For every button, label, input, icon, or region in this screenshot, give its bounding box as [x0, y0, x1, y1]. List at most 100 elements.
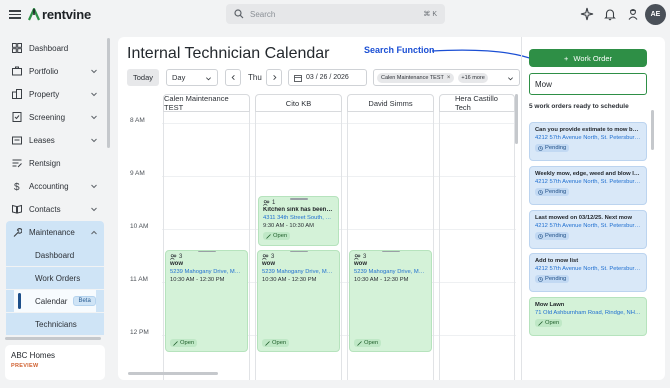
technician-column[interactable]: [439, 112, 515, 380]
work-order-card[interactable]: Mow Lawn 71 Old Ashburnham Road, Rindge,…: [529, 297, 647, 336]
assignee-count-value: 3: [363, 254, 367, 260]
global-search-bar[interactable]: Search ⌘ K: [226, 4, 445, 24]
work-order-title: Add to mow list: [535, 258, 579, 264]
menu-icon[interactable]: [9, 8, 21, 20]
sidebar-subitem-calendar-wrap: Calendar Beta: [6, 290, 104, 312]
add-work-order-button[interactable]: + Work Order: [529, 49, 647, 67]
sidebar-item-accounting[interactable]: $ Accounting: [6, 177, 104, 195]
event-address-link[interactable]: 5239 Mahogany Drive, Mou...: [170, 269, 243, 275]
work-orders-scrollbar[interactable]: [651, 110, 654, 150]
status-badge: Open: [263, 232, 291, 240]
beta-badge: Beta: [73, 296, 96, 306]
work-order-address-link[interactable]: 4212 57th Avenue North, St. Petersburg,.…: [535, 223, 641, 229]
technician-column-header[interactable]: Hera Castillo Tech: [439, 94, 515, 112]
calendar-event[interactable]: 3 wow 5239 Mahogany Drive, Mou... 10:30 …: [349, 250, 432, 352]
work-order-search-input[interactable]: [529, 73, 647, 95]
sidebar-item-contacts[interactable]: Contacts: [6, 200, 104, 218]
sidebar-subitem-label: Dashboard: [35, 250, 75, 260]
rentvine-logo[interactable]: rentvine: [28, 7, 91, 22]
bell-icon[interactable]: [603, 7, 617, 21]
calendar-horizontal-scrollbar[interactable]: [128, 372, 218, 375]
sparkle-icon[interactable]: [580, 7, 594, 21]
next-day-button[interactable]: [266, 69, 282, 86]
leases-icon: [12, 136, 22, 145]
user-avatar[interactable]: AE: [645, 4, 666, 25]
calendar-event[interactable]: 1 Kitchen sink has been drain... 4311 34…: [258, 196, 339, 246]
event-time: 10:30 AM - 12:30 PM: [170, 277, 225, 283]
chevron-up-icon: [91, 230, 97, 234]
technician-chip[interactable]: Calen Maintenance TEST ×: [377, 72, 455, 83]
sidebar-item-maintenance[interactable]: Maintenance: [6, 221, 104, 244]
technician-column-header[interactable]: David Simms: [347, 94, 434, 112]
date-picker[interactable]: 03 / 26 / 2026: [288, 69, 367, 86]
status-label: Pending: [545, 145, 567, 151]
event-title: wow: [354, 261, 367, 267]
sidebar-scrollbar[interactable]: [107, 38, 110, 148]
status-label: Open: [364, 340, 379, 346]
sidebar-item-portfolio[interactable]: Portfolio: [6, 62, 104, 80]
more-technicians-badge[interactable]: +16 more: [458, 72, 488, 83]
assignee-count: 3: [354, 254, 427, 260]
technician-filter[interactable]: Calen Maintenance TEST × +16 more: [373, 69, 520, 86]
assignee-count-value: 3: [179, 254, 183, 260]
work-order-address-link[interactable]: 4212 57th Avenue North, St. Petersburg,.…: [535, 179, 641, 185]
status-label: Pending: [545, 189, 567, 195]
sidebar-subitem-work-orders[interactable]: Work Orders: [6, 267, 104, 289]
calendar-event[interactable]: 3 wow 5239 Mahogany Drive, Mou... 10:30 …: [165, 250, 248, 352]
sidebar-horizontal-scrollbar[interactable]: [5, 337, 101, 340]
work-order-address-link[interactable]: 4212 57th Avenue North, St. Petersburg,.…: [535, 135, 641, 141]
event-address-link[interactable]: 5239 Mahogany Drive, Mou...: [354, 269, 427, 275]
work-order-card[interactable]: Add to mow list 4212 57th Avenue North, …: [529, 253, 647, 292]
sidebar-item-leases[interactable]: Leases: [6, 131, 104, 149]
sidebar-item-screening[interactable]: Screening: [6, 108, 104, 126]
calendar-event[interactable]: 3 wow 5239 Mahogany Drive, Mou... 10:30 …: [257, 250, 340, 352]
organization-switcher[interactable]: ABC Homes PREVIEW: [5, 345, 105, 380]
view-select[interactable]: Day: [166, 69, 218, 86]
clock-icon: [538, 233, 543, 239]
property-icon: [12, 89, 22, 99]
sidebar-item-dashboard[interactable]: Dashboard: [6, 39, 104, 57]
event-title: wow: [262, 261, 275, 267]
sidebar-subitem-maintenance-dashboard[interactable]: Dashboard: [6, 244, 104, 266]
event-address-link[interactable]: 5239 Mahogany Drive, Mou...: [262, 269, 335, 275]
today-button[interactable]: Today: [127, 69, 159, 86]
resize-handle[interactable]: [289, 251, 308, 252]
work-order-address-link[interactable]: 71 Old Ashburnham Road, Rindge, NH 0...: [535, 310, 641, 316]
work-order-card[interactable]: Can you provide estimate to mow back... …: [529, 122, 647, 161]
chevron-down-icon: [91, 138, 97, 143]
event-time: 10:30 AM - 12:30 PM: [354, 277, 409, 283]
clock-icon: [538, 145, 543, 151]
technician-column-header[interactable]: Calen Maintenance TEST: [163, 94, 250, 112]
people-icon: [262, 254, 269, 260]
calendar-vertical-scrollbar[interactable]: [515, 94, 518, 144]
technician-column-header[interactable]: Cito KB: [255, 94, 342, 112]
status-badge: Open: [170, 339, 198, 347]
chevron-down-icon: [91, 92, 97, 97]
people-icon: [170, 254, 177, 260]
previous-day-button[interactable]: [225, 69, 241, 86]
technician-chip-label: Calen Maintenance TEST: [381, 74, 444, 81]
status-label: Pending: [545, 233, 567, 239]
chevron-down-icon: [91, 184, 97, 189]
time-label: 11 AM: [130, 276, 148, 283]
people-icon: [354, 254, 361, 260]
event-title: wow: [170, 261, 183, 267]
sidebar-subitem-label: Calendar: [35, 296, 68, 306]
preview-tag: PREVIEW: [11, 363, 39, 369]
work-order-address-link[interactable]: 4212 57th Avenue North, St. Petersburg,.…: [535, 266, 641, 272]
resize-handle[interactable]: [381, 251, 400, 252]
work-order-card[interactable]: Last mowed on 03/12/25. Next mow 4212 57…: [529, 210, 647, 249]
sidebar-item-property[interactable]: Property: [6, 85, 104, 103]
contractor-icon[interactable]: [626, 7, 640, 21]
resize-handle[interactable]: [289, 198, 308, 200]
sidebar-item-label: Screening: [29, 112, 66, 122]
remove-chip-icon[interactable]: ×: [447, 75, 451, 81]
resize-handle[interactable]: [197, 251, 216, 252]
sidebar-item-rentsign[interactable]: Rentsign: [6, 154, 104, 172]
event-address-link[interactable]: 4311 34th Street South, St. P...: [263, 215, 334, 221]
event-time: 9:30 AM - 10:30 AM: [263, 223, 314, 229]
calendar-icon: [294, 74, 302, 82]
sidebar-subitem-calendar[interactable]: Calendar Beta: [14, 290, 96, 312]
sidebar-subitem-technicians[interactable]: Technicians: [6, 313, 104, 335]
work-order-card[interactable]: Weekly mow, edge, weed and blow Inv... 4…: [529, 166, 647, 205]
